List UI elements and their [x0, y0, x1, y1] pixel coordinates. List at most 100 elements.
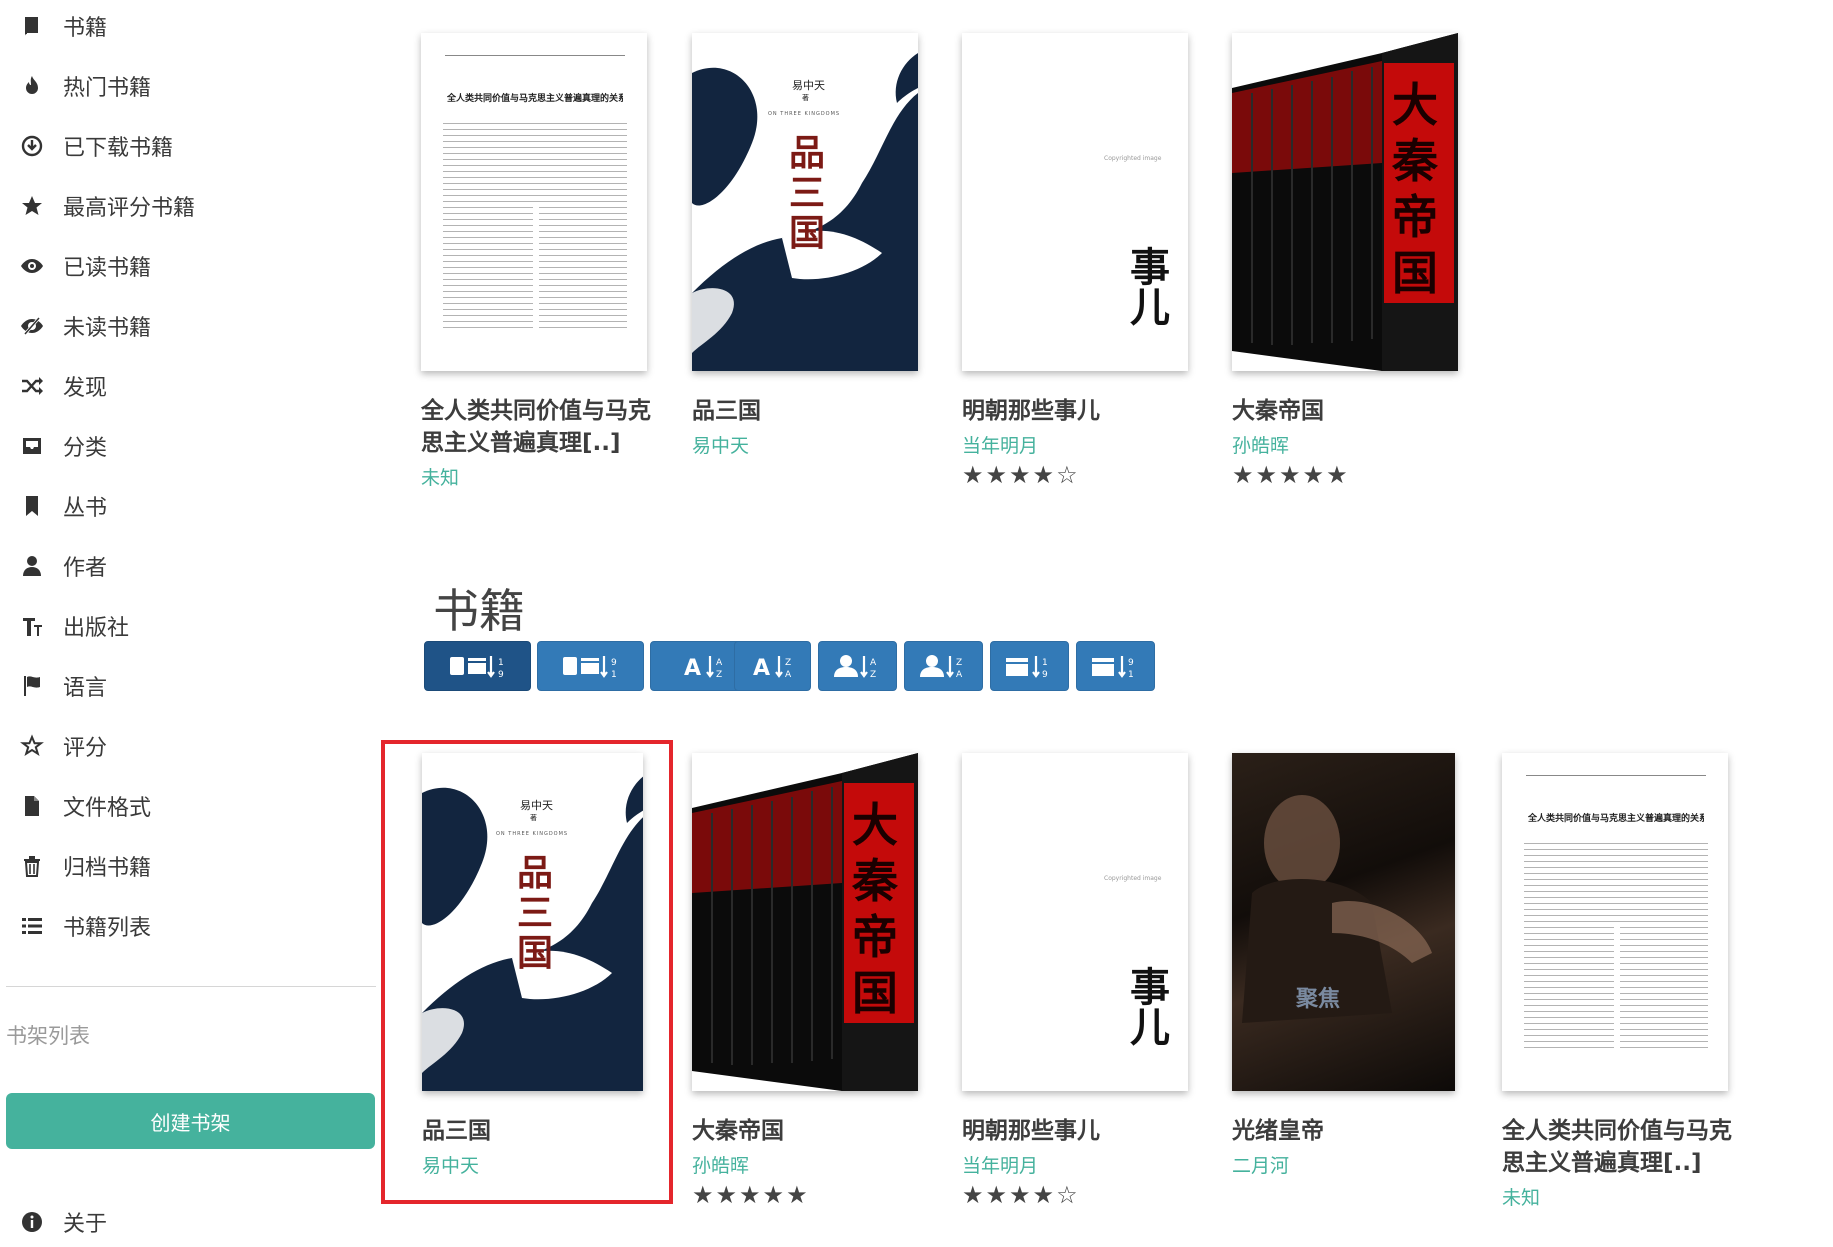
file-icon: [19, 793, 45, 819]
sidebar-item-languages[interactable]: 语言: [0, 661, 376, 711]
cover-title: 全人类共同价值与马克思主义普遍真理的关系探析: [1528, 814, 1704, 824]
sidebar-item-label: 未读书籍: [63, 316, 152, 341]
book-title[interactable]: 明朝那些事儿: [962, 1115, 1202, 1147]
sort-date-new-button[interactable]: 19: [424, 641, 531, 691]
sort-pubdate-old-button[interactable]: 91: [1076, 641, 1155, 691]
info-icon: [19, 1209, 45, 1235]
cover-decoration: [445, 55, 625, 60]
book-author[interactable]: 孙皓晖: [692, 1151, 749, 1178]
svg-text:A: A: [785, 670, 792, 680]
svg-text:Z: Z: [870, 670, 876, 680]
sort-book-date-desc-icon: 19: [449, 656, 504, 680]
sidebar-item-label: 最高评分书籍: [63, 196, 196, 221]
book-cover[interactable]: 易中天 著 ON THREE KINGDOMS 品三国: [692, 33, 918, 371]
sidebar-item-hot[interactable]: 热门书籍: [0, 61, 376, 111]
cover-title: 大秦帝国: [1392, 78, 1438, 300]
sort-author-asc-icon: AZ: [833, 655, 877, 680]
create-shelf-button[interactable]: 创建书架: [6, 1093, 375, 1149]
book-cover[interactable]: 聚焦: [1232, 753, 1455, 1091]
cover-title: 事儿: [1130, 964, 1170, 1051]
book-cover[interactable]: 大秦帝国: [1232, 33, 1458, 371]
book-author[interactable]: 未知: [421, 463, 459, 490]
book-title[interactable]: 光绪皇帝: [1232, 1115, 1472, 1147]
book-author[interactable]: 易中天: [692, 431, 749, 458]
sort-pubdate-new-button[interactable]: 19: [990, 641, 1069, 691]
shuffle-icon: [19, 373, 45, 399]
svg-text:Z: Z: [785, 658, 791, 668]
cover-title: 品三国: [789, 132, 826, 254]
book-cover[interactable]: Copyrighted image 事儿: [962, 33, 1188, 371]
svg-text:A: A: [753, 656, 770, 680]
book-title[interactable]: 大秦帝国: [692, 1115, 932, 1147]
sidebar-item-archived[interactable]: 归档书籍: [0, 841, 376, 891]
cover-title: 全人类共同价值与马克思主义普遍真理的关系探析: [447, 94, 623, 104]
book-cover[interactable]: 大秦帝国: [692, 753, 918, 1091]
sidebar-item-authors[interactable]: 作者: [0, 541, 376, 591]
book-author[interactable]: 未知: [1502, 1183, 1540, 1210]
sidebar-item-formats[interactable]: 文件格式: [0, 781, 376, 831]
sidebar-item-ratings[interactable]: 评分: [0, 721, 376, 771]
book-author[interactable]: 孙皓晖: [1232, 431, 1289, 458]
sidebar-item-series[interactable]: 丛书: [0, 481, 376, 531]
books-heading: 书籍: [433, 584, 525, 638]
sidebar-item-unread[interactable]: 未读书籍: [0, 301, 376, 351]
svg-text:1: 1: [611, 670, 617, 680]
flag-icon: [19, 673, 45, 699]
sidebar-item-about[interactable]: 关于: [0, 1197, 376, 1247]
cover-copyright: Copyrighted image: [1104, 155, 1162, 162]
sidebar-item-downloaded[interactable]: 已下载书籍: [0, 121, 376, 171]
book-author[interactable]: 当年明月: [962, 431, 1038, 458]
book-title[interactable]: 明朝那些事儿: [962, 395, 1202, 427]
book-author[interactable]: 易中天: [422, 1151, 479, 1178]
svg-text:A: A: [716, 658, 723, 668]
sort-calendar-desc-icon: 19: [1005, 656, 1048, 680]
cover-decoration: [1526, 775, 1706, 780]
fire-icon: [19, 73, 45, 99]
sidebar-item-book-list[interactable]: 书籍列表: [0, 901, 376, 951]
sidebar-item-discover[interactable]: 发现: [0, 361, 376, 411]
book-title[interactable]: 品三国: [692, 395, 932, 427]
book-cover[interactable]: 全人类共同价值与马克思主义普遍真理的关系探析: [1502, 753, 1728, 1091]
cover-author: 易中天: [792, 79, 825, 92]
cover-artwork: [1242, 795, 1432, 1023]
book-rating: ★★★★☆: [962, 461, 1080, 489]
book-title[interactable]: 全人类共同价值与马克思主义普遍真理[..]: [421, 395, 661, 459]
eye-icon: [19, 253, 45, 279]
book-cover[interactable]: 易中天 著 ON THREE KINGDOMS 品三国: [422, 753, 643, 1091]
sort-author-desc-button[interactable]: ZA: [904, 641, 983, 691]
sidebar-item-books[interactable]: 书籍: [0, 1, 376, 51]
book-author[interactable]: 当年明月: [962, 1151, 1038, 1178]
book-title[interactable]: 全人类共同价值与马克思主义普遍真理[..]: [1502, 1115, 1742, 1179]
sidebar-item-publishers[interactable]: 出版社: [0, 601, 376, 651]
book-title[interactable]: 品三国: [422, 1115, 662, 1147]
download-icon: [19, 133, 45, 159]
cover-title: 大秦帝国: [852, 798, 898, 1020]
sort-author-asc-button[interactable]: AZ: [818, 641, 897, 691]
cover-subtitle: 著: [530, 814, 537, 822]
cover-title: 聚焦: [1296, 987, 1341, 1012]
sort-calendar-asc-icon: 91: [1091, 656, 1134, 680]
svg-text:9: 9: [1042, 670, 1048, 680]
book-cover[interactable]: Copyrighted image 事儿: [962, 753, 1188, 1091]
sidebar: 书籍 热门书籍 已下载书籍 最高评分书籍 已读书籍 未读书籍 发现 分类 丛书 …: [0, 0, 376, 1245]
user-icon: [19, 553, 45, 579]
book-author[interactable]: 二月河: [1232, 1151, 1289, 1178]
svg-text:A: A: [870, 658, 877, 668]
sidebar-item-label: 文件格式: [63, 796, 152, 821]
sidebar-item-label: 出版社: [63, 616, 130, 641]
star-icon: [19, 193, 45, 219]
sort-alpha-asc-icon: A AZ: [684, 656, 723, 680]
book-cover[interactable]: 全人类共同价值与马克思主义普遍真理的关系探析: [421, 33, 647, 371]
sidebar-item-label: 已下载书籍: [63, 136, 174, 161]
eye-slash-icon: [19, 313, 45, 339]
sidebar-item-label: 关于: [63, 1212, 108, 1237]
book-title[interactable]: 大秦帝国: [1232, 395, 1472, 427]
sidebar-item-label: 分类: [63, 436, 108, 461]
sidebar-item-read[interactable]: 已读书籍: [0, 241, 376, 291]
cover-english-title: ON THREE KINGDOMS: [496, 831, 569, 837]
sidebar-item-top-rated[interactable]: 最高评分书籍: [0, 181, 376, 231]
sort-title-desc-button[interactable]: AZA: [734, 641, 811, 691]
sort-date-old-button[interactable]: 91: [537, 641, 644, 691]
sidebar-item-categories[interactable]: 分类: [0, 421, 376, 471]
svg-text:9: 9: [1128, 658, 1134, 668]
